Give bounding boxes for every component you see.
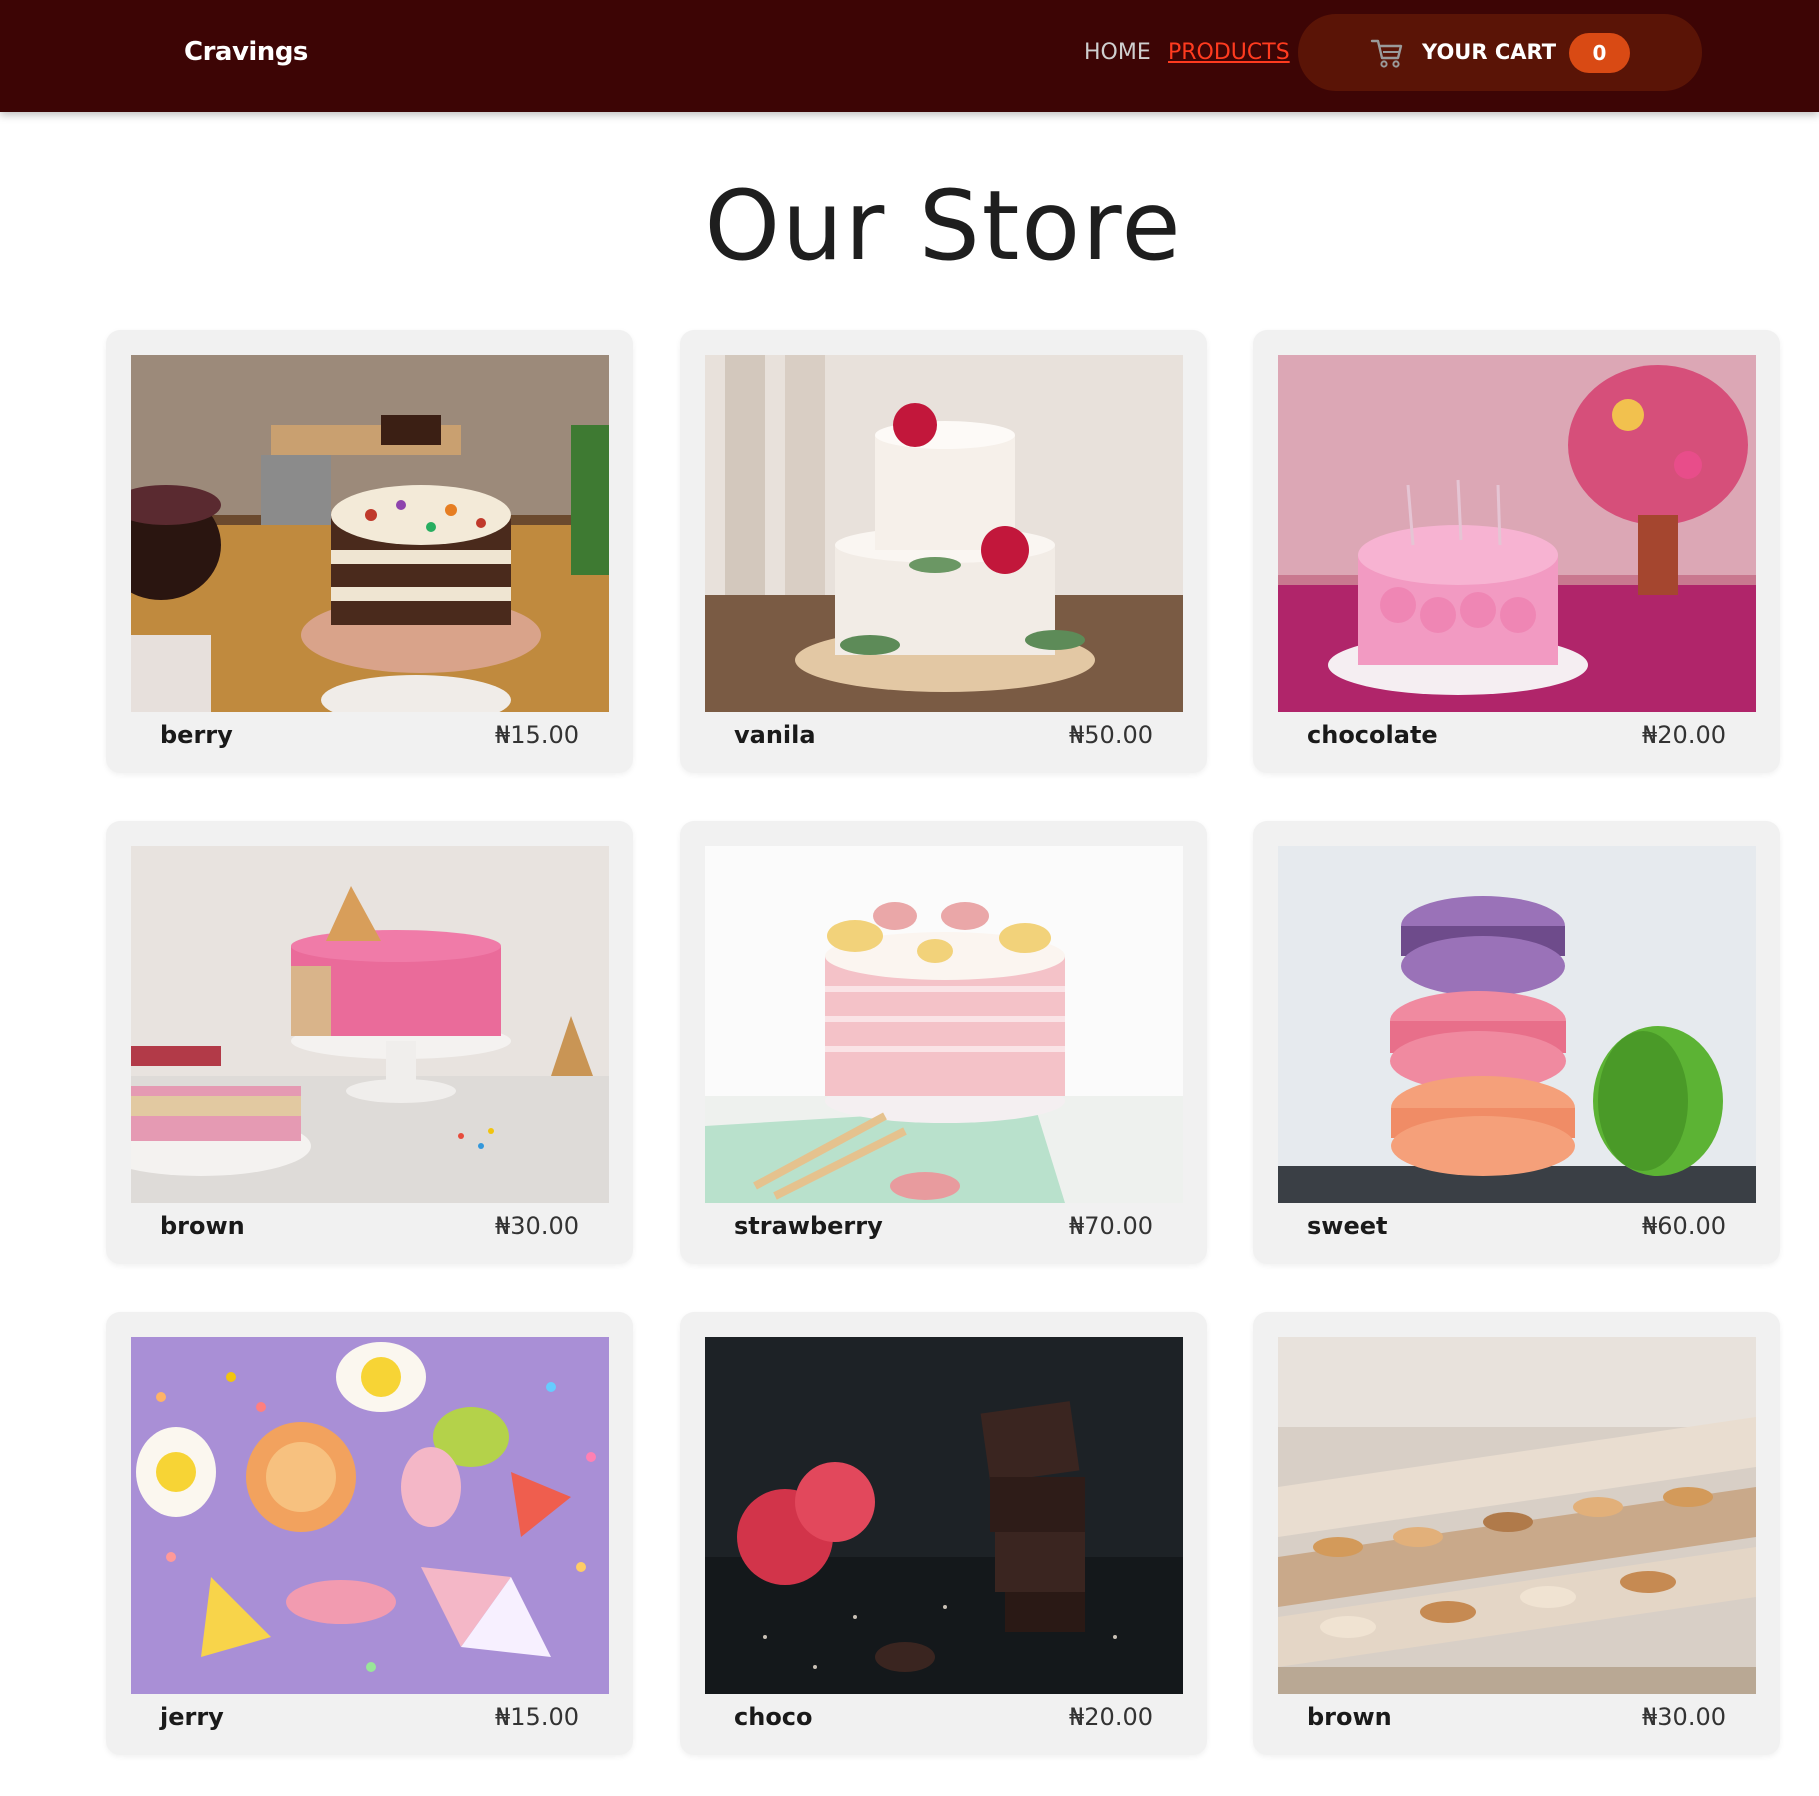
- product-card[interactable]: vanila ₦50.00: [680, 330, 1207, 773]
- product-name: vanila: [734, 721, 816, 749]
- product-image-macaron-cake: [705, 846, 1183, 1203]
- product-name: strawberry: [734, 1212, 883, 1240]
- product-image-pink-rose-cake: [1278, 355, 1756, 712]
- product-card[interactable]: chocolate ₦20.00: [1253, 330, 1780, 773]
- product-image-pastry-display: [1278, 1337, 1756, 1694]
- product-price: ₦70.00: [1069, 1212, 1153, 1240]
- product-name: brown: [1307, 1703, 1392, 1731]
- product-price: ₦50.00: [1069, 721, 1153, 749]
- product-image-layered-cake: [131, 355, 609, 712]
- product-card[interactable]: choco ₦20.00: [680, 1312, 1207, 1755]
- product-card[interactable]: sweet ₦60.00: [1253, 821, 1780, 1264]
- product-name: jerry: [160, 1703, 224, 1731]
- product-price: ₦20.00: [1069, 1703, 1153, 1731]
- product-price: ₦20.00: [1642, 721, 1726, 749]
- product-price: ₦60.00: [1642, 1212, 1726, 1240]
- product-price: ₦15.00: [495, 1703, 579, 1731]
- product-name: berry: [160, 721, 233, 749]
- product-image-chocolate-raspberries: [705, 1337, 1183, 1694]
- product-price: ₦15.00: [495, 721, 579, 749]
- product-card[interactable]: brown ₦30.00: [106, 821, 633, 1264]
- product-image-macaron-stack: [1278, 846, 1756, 1203]
- product-card[interactable]: jerry ₦15.00: [106, 1312, 633, 1755]
- product-name: choco: [734, 1703, 813, 1731]
- product-card[interactable]: strawberry ₦70.00: [680, 821, 1207, 1264]
- product-price: ₦30.00: [495, 1212, 579, 1240]
- product-name: sweet: [1307, 1212, 1388, 1240]
- product-card[interactable]: brown ₦30.00: [1253, 1312, 1780, 1755]
- product-image-white-cake: [705, 355, 1183, 712]
- product-grid: berry ₦15.00 vanila ₦50.00 chocolate ₦20…: [0, 0, 1819, 1796]
- product-card[interactable]: berry ₦15.00: [106, 330, 633, 773]
- product-image-pink-drip-cake: [131, 846, 609, 1203]
- product-image-candy: [131, 1337, 609, 1694]
- product-name: chocolate: [1307, 721, 1438, 749]
- product-price: ₦30.00: [1642, 1703, 1726, 1731]
- product-name: brown: [160, 1212, 245, 1240]
